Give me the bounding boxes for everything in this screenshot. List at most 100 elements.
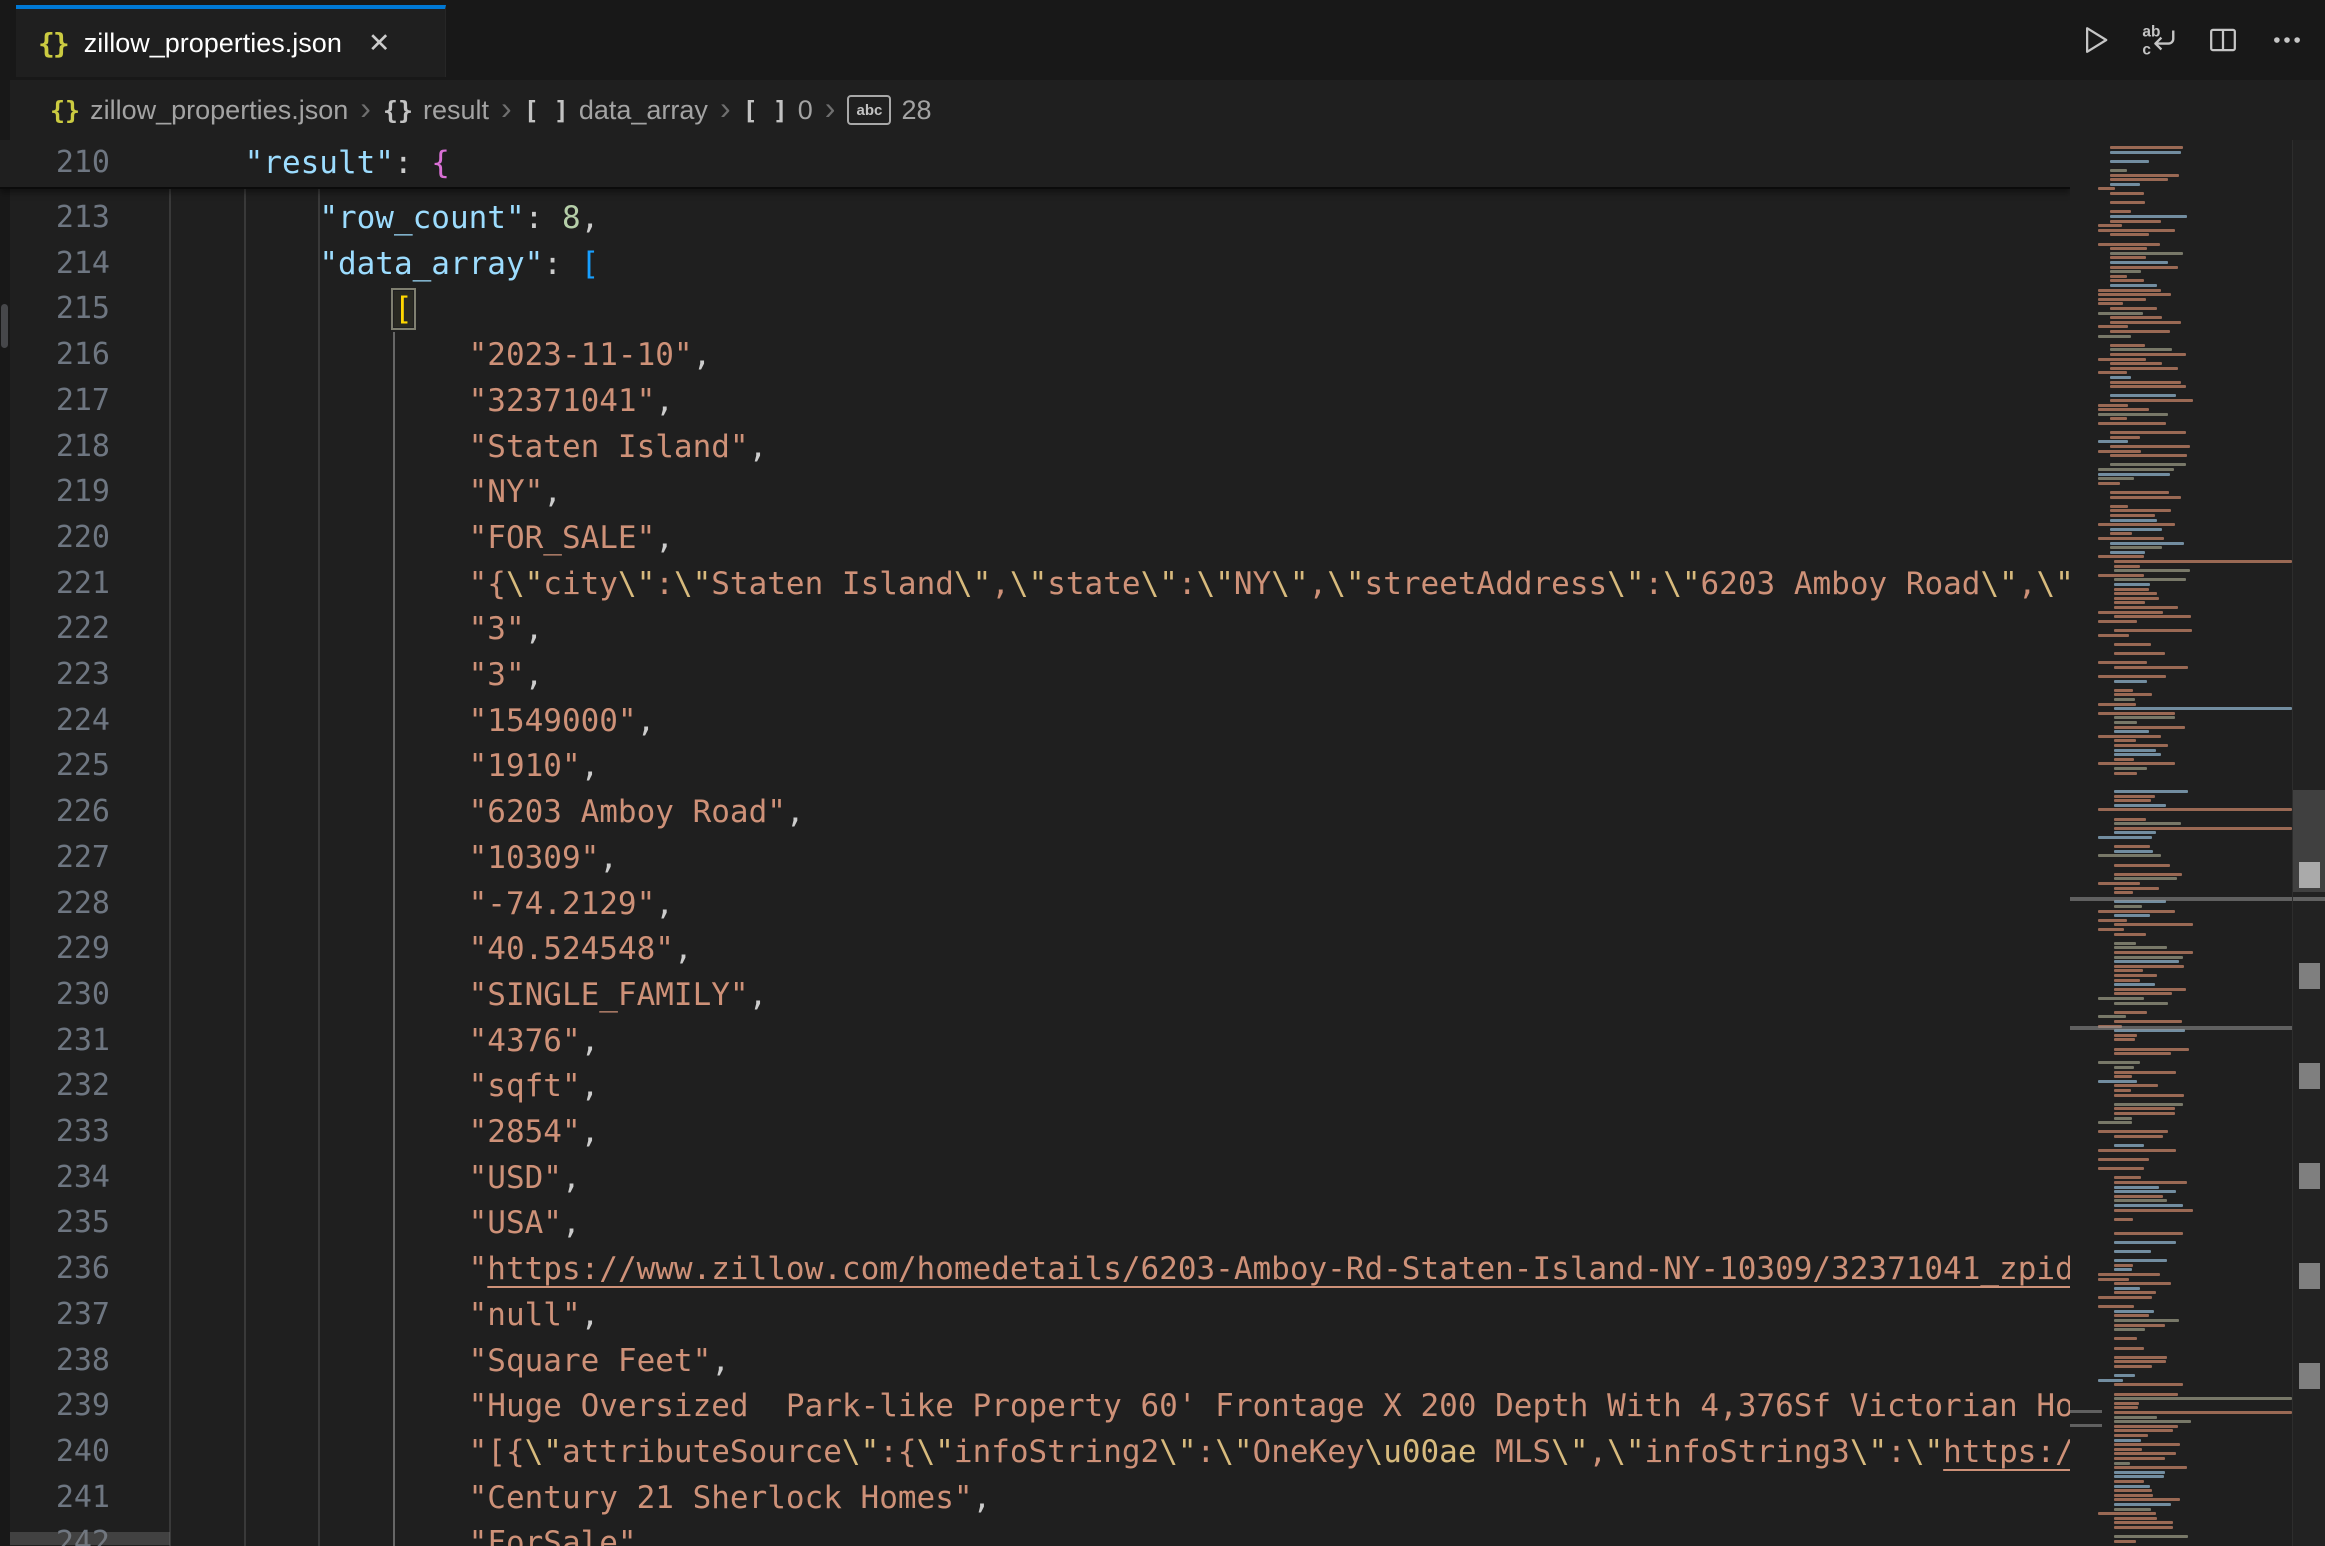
minimap-line [2114, 1107, 2175, 1110]
code-line[interactable]: "FOR_SALE", [170, 515, 674, 561]
minimap-line [2110, 431, 2186, 434]
code-line[interactable]: "Square Feet", [170, 1338, 730, 1384]
code-line[interactable]: "https://www.zillow.com/homedetails/6203… [170, 1246, 2070, 1292]
minimap-line [2098, 661, 2147, 664]
line-number: 240 [0, 1429, 110, 1475]
run-button[interactable] [2075, 20, 2115, 60]
braces-symbol-icon: {} [50, 96, 80, 125]
minimap-line [2110, 417, 2127, 420]
json-braces-icon: {} [38, 27, 68, 60]
minimap-line [2114, 1457, 2165, 1460]
vertical-scrollbar[interactable] [2292, 140, 2325, 1546]
code-row: 239 "Huge Oversized Park-like Property 6… [0, 1383, 2070, 1429]
editor-viewport[interactable]: 213 "row_count": 8,214 "data_array": [21… [0, 140, 2070, 1546]
split-editor-button[interactable] [2203, 20, 2243, 60]
minimap-line [2114, 1406, 2138, 1409]
minimap-line [2114, 698, 2135, 701]
left-edge-scrollbar-thumb[interactable] [1, 304, 8, 348]
minimap-line [2110, 367, 2178, 370]
minimap-line [2114, 1190, 2176, 1193]
minimap-line [2098, 712, 2175, 715]
minimap-line [2114, 1393, 2178, 1396]
tab-zillow-properties-json[interactable]: {} zillow_properties.json ✕ [16, 5, 446, 77]
word-wrap-button[interactable]: ab c [2139, 20, 2179, 60]
code-line[interactable]: "1549000", [170, 698, 655, 744]
minimap[interactable] [2070, 140, 2292, 1546]
code-row: 216 "2023-11-10", [0, 332, 2070, 378]
code-line[interactable]: "32371041", [170, 378, 674, 424]
code-line[interactable]: "null", [170, 1292, 599, 1338]
code-line[interactable]: "ForSale" [170, 1520, 637, 1546]
minimap-line [2110, 256, 2146, 259]
minimap-line [2114, 1356, 2167, 1359]
split-editor-icon [2205, 22, 2241, 58]
breadcrumb-label: 0 [798, 95, 813, 126]
code-line[interactable]: "USA", [170, 1200, 581, 1246]
code-row: 241 "Century 21 Sherlock Homes", [0, 1475, 2070, 1521]
code-line[interactable]: "Century 21 Sherlock Homes", [170, 1475, 991, 1521]
line-number: 219 [0, 469, 110, 515]
minimap-line [2114, 1089, 2131, 1092]
minimap-line [2098, 1121, 2132, 1124]
minimap-line [2114, 969, 2143, 972]
minimap-line [2110, 215, 2187, 218]
close-icon[interactable]: ✕ [368, 30, 391, 57]
code-line[interactable]: "2854", [170, 1109, 599, 1155]
code-row: 227 "10309", [0, 835, 2070, 881]
minimap-line [2098, 634, 2129, 637]
sticky-scroll-line[interactable]: 210 "result": { [0, 140, 2070, 189]
code-line[interactable]: "SINGLE_FAMILY", [170, 972, 767, 1018]
sticky-line-number: 210 [0, 140, 110, 186]
code-line[interactable]: "result": { [170, 140, 450, 186]
minimap-line [2110, 496, 2181, 499]
code-line[interactable]: "40.524548", [170, 926, 693, 972]
minimap-line [2114, 1411, 2292, 1414]
minimap-line [2114, 864, 2170, 867]
minimap-line [2114, 795, 2155, 798]
breadcrumb-item-result[interactable]: {}result [383, 95, 489, 126]
code-line[interactable]: "sqft", [170, 1063, 599, 1109]
breadcrumb-item-zillow-properties-json[interactable]: {}zillow_properties.json [50, 95, 348, 126]
minimap-line [2110, 353, 2186, 356]
minimap-line [2114, 721, 2137, 724]
code-line[interactable]: "10309", [170, 835, 618, 881]
more-actions-button[interactable] [2267, 20, 2307, 60]
minimap-line [2114, 569, 2190, 572]
code-line[interactable]: "row_count": 8, [170, 195, 599, 241]
minimap-line [2114, 946, 2167, 949]
minimap-line [2114, 601, 2145, 604]
code-line[interactable]: "3", [170, 652, 543, 698]
minimap-line [2098, 224, 2122, 227]
minimap-line [2114, 1075, 2132, 1078]
minimap-line [2114, 606, 2178, 609]
code-line[interactable]: "data_array": [ [170, 241, 599, 287]
code-line[interactable]: "2023-11-10", [170, 332, 711, 378]
breadcrumb-item-28[interactable]: abc28 [847, 95, 931, 126]
code-line[interactable]: "{\"city\":\"Staten Island\",\"state\":\… [170, 561, 2070, 607]
breadcrumb-separator: › [501, 90, 512, 127]
brackets-symbol-icon: [ ] [524, 96, 569, 125]
code-line[interactable]: "4376", [170, 1018, 599, 1064]
code-line[interactable]: "[{\"attributeSource\":{\"infoString2\":… [170, 1429, 2070, 1475]
code-line[interactable]: "6203 Amboy Road", [170, 789, 805, 835]
minimap-line [2114, 744, 2168, 747]
horizontal-scrollbar-thumb[interactable] [0, 1532, 170, 1545]
code-line[interactable]: "3", [170, 606, 543, 652]
code-line[interactable]: [ [170, 286, 413, 332]
minimap-line [2110, 445, 2190, 448]
code-line[interactable]: "1910", [170, 743, 599, 789]
breadcrumb-label: 28 [901, 95, 931, 126]
line-number: 222 [0, 606, 110, 652]
minimap-line [2110, 266, 2178, 269]
code-row: 217 "32371041", [0, 378, 2070, 424]
minimap-line [2110, 201, 2145, 204]
code-line[interactable]: "Huge Oversized Park-like Property 60' F… [170, 1383, 2070, 1429]
breadcrumb-item-0[interactable]: [ ]0 [743, 95, 813, 126]
code-line[interactable]: "Staten Island", [170, 424, 767, 470]
code-line[interactable]: "NY", [170, 469, 562, 515]
minimap-line [2114, 845, 2150, 848]
breadcrumb-item-data-array[interactable]: [ ]data_array [524, 95, 708, 126]
code-line[interactable]: "USD", [170, 1155, 581, 1201]
code-line[interactable]: "-74.2129", [170, 881, 674, 927]
minimap-line [2114, 1324, 2165, 1327]
